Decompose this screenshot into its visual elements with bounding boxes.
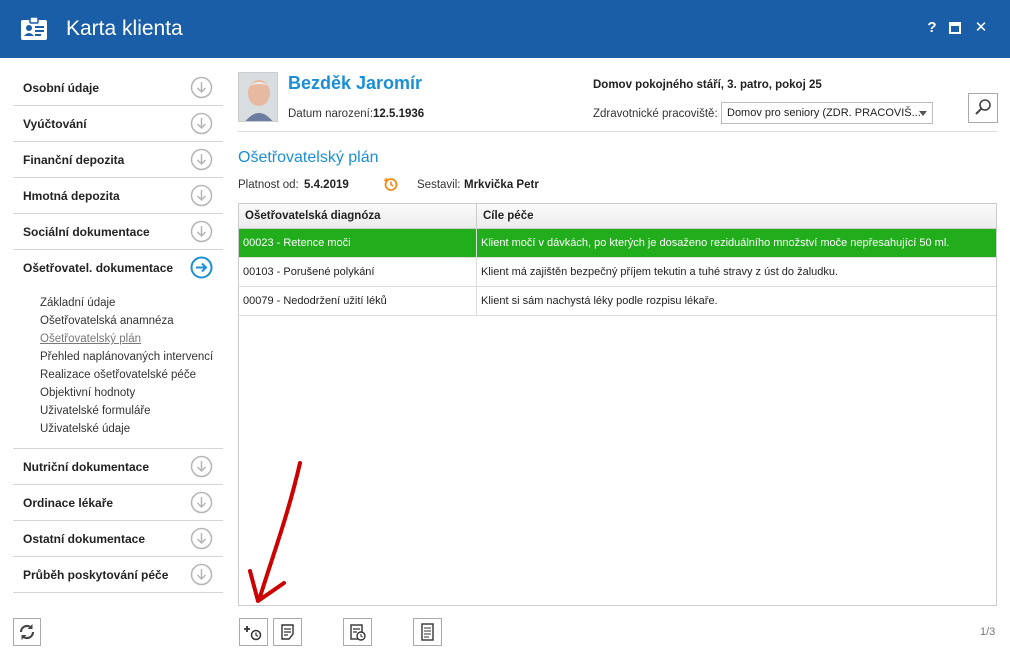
sidebar-item-osetrovatel-dokumentace[interactable]: Ošetřovatel. dokumentace xyxy=(13,250,223,286)
table-row[interactable]: 00103 - Porušené polykání Klient má zaji… xyxy=(239,258,996,287)
help-button[interactable]: ? xyxy=(923,18,941,38)
sidebar-item-label: Osobní údaje xyxy=(23,81,100,95)
page-indicator: 1/3 xyxy=(980,626,996,638)
sidebar-item-label: Ošetřovatel. dokumentace xyxy=(23,261,174,275)
facility-location: Domov pokojného stáří, 3. patro, pokoj 2… xyxy=(593,79,822,91)
table-row[interactable]: 00079 - Nedodržení užití léků Klient si … xyxy=(239,287,996,316)
sidebar-item-label: Průběh poskytování péče xyxy=(23,568,169,582)
workplace-select[interactable]: Domov pro seniory (ZDR. PRACOVIŠ... xyxy=(721,102,933,124)
column-header-diagnosis[interactable]: Ošetřovatelská diagnóza xyxy=(239,204,477,229)
column-header-goals[interactable]: Cíle péče xyxy=(477,204,996,229)
close-button[interactable]: ✕ xyxy=(972,18,990,38)
sidebar-item-socialni-dokumentace[interactable]: Sociální dokumentace xyxy=(13,214,223,250)
document-lines-icon xyxy=(421,623,434,641)
arrow-down-circle-icon xyxy=(190,148,213,171)
author-label: Sestavil: xyxy=(417,179,461,191)
cell-goal: Klient močí v dávkách, po kterých je dos… xyxy=(481,237,950,249)
print-plan-button[interactable] xyxy=(413,618,442,646)
author-value: Mrkvička Petr xyxy=(464,179,539,191)
subnav-item-plan[interactable]: Ošetřovatelský plán xyxy=(13,330,223,348)
table-header: Ošetřovatelská diagnóza Cíle péče xyxy=(239,204,996,229)
arrow-down-circle-icon xyxy=(190,220,213,243)
subnav-item-zakladni-udaje[interactable]: Základní údaje xyxy=(13,294,223,312)
title-bar: Karta klienta ? ✕ xyxy=(0,0,1010,58)
arrow-down-circle-icon xyxy=(190,455,213,478)
sidebar-item-vyuctovani[interactable]: Vyúčtování xyxy=(13,106,223,142)
maximize-icon xyxy=(949,22,961,34)
valid-from-label: Platnost od: xyxy=(238,179,299,191)
sidebar: Osobní údaje Vyúčtování Finanční depozit… xyxy=(13,70,223,593)
client-card-icon xyxy=(21,16,47,40)
cell-goal: Klient má zajištěn bezpečný příjem tekut… xyxy=(481,266,839,278)
sidebar-item-label: Vyúčtování xyxy=(23,117,87,131)
cell-diagnosis: 00023 - Retence moči xyxy=(239,229,477,258)
cell-diagnosis: 00103 - Porušené polykání xyxy=(239,258,477,287)
arrow-down-circle-icon xyxy=(190,491,213,514)
subnav-item-uzivatelske-udaje[interactable]: Uživatelské údaje xyxy=(13,420,223,438)
table-row[interactable]: 00023 - Retence moči Klient močí v dávká… xyxy=(239,229,996,258)
section-title: Ošetřovatelský plán xyxy=(238,149,379,166)
subnav-item-anamneza[interactable]: Ošetřovatelská anamnéza xyxy=(13,312,223,330)
sidebar-item-label: Ostatní dokumentace xyxy=(23,532,146,546)
client-avatar-image xyxy=(239,73,277,121)
arrow-down-circle-icon xyxy=(190,184,213,207)
chevron-down-icon xyxy=(919,111,927,116)
edit-plan-button[interactable] xyxy=(273,618,302,646)
arrow-right-circle-icon xyxy=(190,256,213,279)
arrow-down-circle-icon xyxy=(190,112,213,135)
history-clock-icon[interactable] xyxy=(383,176,399,192)
refresh-button[interactable] xyxy=(13,618,41,646)
search-icon xyxy=(975,99,991,115)
sidebar-item-hmotna-depozita[interactable]: Hmotná depozita xyxy=(13,178,223,214)
sidebar-item-ostatni-dokumentace[interactable]: Ostatní dokumentace xyxy=(13,521,223,557)
document-edit-icon xyxy=(281,624,294,640)
sidebar-item-osobni-udaje[interactable]: Osobní údaje xyxy=(13,70,223,106)
plan-history-button[interactable] xyxy=(343,618,372,646)
subnav-item-uzivatelske-formulare[interactable]: Uživatelské formuláře xyxy=(13,402,223,420)
window-title: Karta klienta xyxy=(66,17,183,40)
cell-diagnosis: 00079 - Nedodržení užití léků xyxy=(239,287,477,316)
maximize-button[interactable] xyxy=(946,18,964,38)
client-photo xyxy=(238,72,278,122)
sidebar-item-label: Hmotná depozita xyxy=(23,189,120,203)
arrow-down-circle-icon xyxy=(190,563,213,586)
subnav-item-objektivni-hodnoty[interactable]: Objektivní hodnoty xyxy=(13,384,223,402)
search-button[interactable] xyxy=(968,93,998,123)
sidebar-item-financni-depozita[interactable]: Finanční depozita xyxy=(13,142,223,178)
subnav-item-prehled-intervenci[interactable]: Přehled naplánovaných intervencí xyxy=(13,348,223,366)
arrow-down-circle-icon xyxy=(190,76,213,99)
subnav-osetrovatel-dokumentace: Základní údaje Ošetřovatelská anamnéza O… xyxy=(13,286,223,449)
sidebar-item-nutricni-dokumentace[interactable]: Nutriční dokumentace xyxy=(13,449,223,485)
client-name: Bezděk Jaromír xyxy=(288,73,423,93)
header-divider xyxy=(238,131,997,132)
cell-goal: Klient si sám nachystá léky podle rozpis… xyxy=(481,295,718,307)
sidebar-item-label: Ordinace lékaře xyxy=(23,496,114,510)
add-plan-button[interactable] xyxy=(239,618,268,646)
arrow-down-circle-icon xyxy=(190,527,213,550)
valid-from-value: 5.4.2019 xyxy=(304,179,349,191)
workplace-select-value: Domov pro seniory (ZDR. PRACOVIŠ... xyxy=(727,107,921,119)
workplace-label: Zdravotnické pracoviště: xyxy=(593,108,718,120)
subnav-item-realizace-pece[interactable]: Realizace ošetřovatelské péče xyxy=(13,366,223,384)
sidebar-item-prubeh-pece[interactable]: Průběh poskytování péče xyxy=(13,557,223,593)
sidebar-item-label: Nutriční dokumentace xyxy=(23,460,150,474)
sidebar-item-label: Finanční depozita xyxy=(23,153,125,167)
sidebar-item-label: Sociální dokumentace xyxy=(23,225,150,239)
dob-label: Datum narození: xyxy=(288,108,374,120)
refresh-icon xyxy=(19,624,35,640)
add-clock-icon xyxy=(244,626,262,641)
document-clock-icon xyxy=(350,624,366,641)
care-plan-table: Ošetřovatelská diagnóza Cíle péče 00023 … xyxy=(238,203,997,606)
sidebar-item-ordinace-lekare[interactable]: Ordinace lékaře xyxy=(13,485,223,521)
dob-value: 12.5.1936 xyxy=(373,108,425,120)
